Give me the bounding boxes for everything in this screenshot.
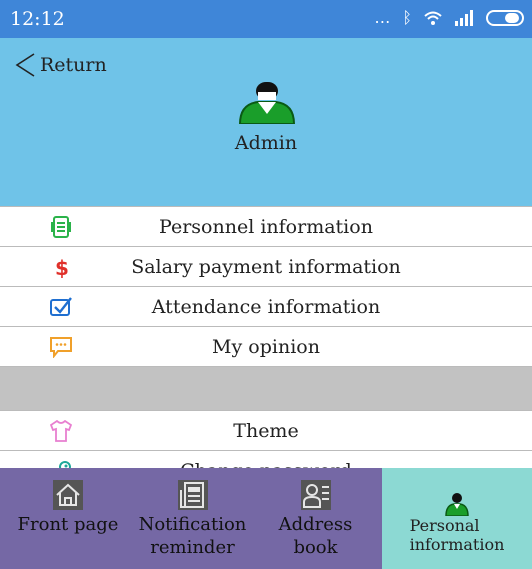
section-divider — [0, 366, 532, 410]
settings-menu: Personnel information $ Salary payment i… — [0, 206, 532, 490]
user-name: Admin — [234, 132, 298, 154]
return-label: Return — [40, 54, 107, 76]
checkbox-icon — [50, 297, 72, 316]
menu-item-attendance[interactable]: Attendance information — [0, 286, 532, 326]
menu-label-personnel: Personnel information — [159, 215, 373, 238]
menu-label-salary: Salary payment information — [131, 255, 401, 278]
status-time: 12:12 — [10, 8, 65, 30]
profile-header: Return Admin — [0, 38, 532, 206]
user-avatar-icon — [238, 82, 296, 124]
tab-front-page[interactable]: Front page — [0, 468, 136, 569]
bottom-tab-bar: Front page Notification reminder Address… — [0, 468, 532, 569]
menu-label-attendance: Attendance information — [151, 295, 381, 318]
return-button[interactable]: Return — [14, 52, 107, 78]
wifi-icon — [424, 11, 442, 25]
tab-label-front-page: Front page — [17, 514, 119, 535]
signal-icon — [455, 9, 473, 26]
tab-address-book[interactable]: Address book — [249, 468, 382, 569]
chat-bubble-icon — [50, 337, 72, 358]
menu-label-theme: Theme — [233, 419, 299, 442]
status-bar: 12:12 … ᛒ — [0, 0, 532, 38]
dollar-icon: $ — [55, 256, 69, 278]
svg-text:$: $ — [55, 256, 69, 278]
tab-notification-reminder[interactable]: Notification reminder — [136, 468, 249, 569]
tab-label-personal-information: Personal information — [409, 516, 505, 554]
more-icon: … — [374, 8, 391, 27]
menu-item-opinion[interactable]: My opinion — [0, 326, 532, 366]
tab-label-notification-reminder: Notification reminder — [138, 514, 247, 558]
user-avatar-icon — [445, 493, 469, 516]
menu-item-theme[interactable]: Theme — [0, 410, 532, 450]
menu-item-personnel[interactable]: Personnel information — [0, 206, 532, 246]
home-icon — [53, 480, 83, 510]
chevron-left-icon — [15, 53, 35, 77]
tab-personal-information[interactable]: Personal information — [382, 468, 532, 569]
menu-item-salary[interactable]: $ Salary payment information — [0, 246, 532, 286]
tshirt-icon — [50, 420, 72, 442]
tab-label-address-book: Address book — [278, 514, 353, 558]
newspaper-icon — [177, 480, 208, 510]
bluetooth-icon: ᛒ — [402, 8, 412, 27]
id-card-icon — [51, 216, 71, 238]
contacts-icon — [300, 480, 331, 510]
battery-icon — [486, 9, 524, 26]
menu-label-opinion: My opinion — [212, 335, 320, 358]
